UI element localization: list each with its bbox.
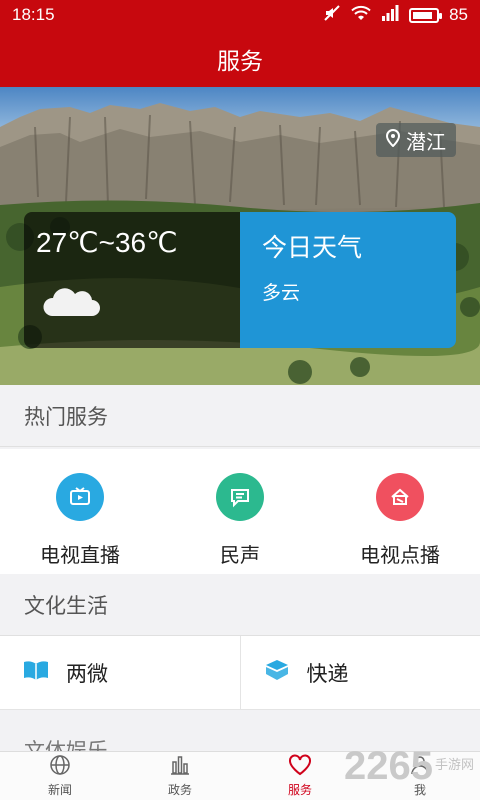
location-name: 潜江 <box>406 129 446 154</box>
service-tv-vod[interactable]: 电视点播 <box>320 449 480 574</box>
bars-icon <box>169 754 191 779</box>
weather-title: 今日天气 <box>262 233 363 262</box>
nav-tab-services[interactable]: 服务 <box>240 752 360 800</box>
nav-label: 政务 <box>167 783 192 797</box>
service-public-voice[interactable]: 民声 <box>160 449 320 574</box>
status-icons: 85 <box>323 4 468 27</box>
mute-icon <box>323 4 341 27</box>
temperature-range: 27℃~36℃ <box>36 227 178 258</box>
heart-icon <box>288 754 312 779</box>
temperature-panel: 27℃~36℃ <box>24 212 240 348</box>
box-icon <box>263 658 291 687</box>
hot-services-grid: 电视直播 民声 电视点播 <box>0 449 480 574</box>
wifi-icon <box>351 5 371 26</box>
status-time: 18:15 <box>12 5 55 24</box>
section-header-culture: 文化生活 <box>0 574 480 636</box>
watermark-number: 2265 <box>344 744 433 788</box>
service-tv-live[interactable]: 电视直播 <box>0 449 160 574</box>
battery-percent: 85 <box>449 5 468 24</box>
battery-icon <box>409 7 443 23</box>
service-label: 电视直播 <box>40 543 120 567</box>
vod-icon <box>376 473 424 521</box>
location-pin-icon <box>385 128 401 152</box>
nav-tab-news[interactable]: 新闻 <box>0 752 120 800</box>
nav-label: 服务 <box>287 783 312 797</box>
section-title: 文化生活 <box>24 593 108 618</box>
cloud-icon <box>40 284 104 324</box>
tv-icon <box>56 473 104 521</box>
section-title: 热门服务 <box>24 404 108 429</box>
culture-item-express[interactable]: 快递 <box>239 636 480 709</box>
title-bar: 服务 <box>0 30 480 87</box>
page-title: 服务 <box>217 48 263 75</box>
globe-icon <box>49 754 71 779</box>
chat-icon <box>216 473 264 521</box>
signal-icon <box>381 4 399 26</box>
culture-label: 两微 <box>66 661 108 686</box>
nav-label: 新闻 <box>47 783 72 797</box>
section-header-hot-services: 热门服务 <box>0 385 480 447</box>
weather-banner: 潜江 27℃~36℃ 今日天气 多云 <box>0 87 480 385</box>
service-label: 电视点播 <box>360 543 440 567</box>
service-label: 民声 <box>220 543 260 567</box>
site-watermark: 2265 手游网 <box>344 744 474 789</box>
watermark-site: 手游网 <box>434 758 474 774</box>
section-title: 文体娱乐 <box>24 739 108 751</box>
weather-description: 多云 <box>262 282 301 304</box>
weather-panel[interactable]: 今日天气 多云 <box>240 212 456 348</box>
nav-tab-government[interactable]: 政务 <box>120 752 240 800</box>
culture-item-weibo-wechat[interactable]: 两微 <box>0 636 240 709</box>
location-selector[interactable]: 潜江 <box>376 123 456 157</box>
status-bar: 18:15 85 <box>0 0 480 30</box>
culture-label: 快递 <box>306 661 349 686</box>
culture-grid: 两微 快递 <box>0 636 480 710</box>
book-icon <box>22 659 50 686</box>
